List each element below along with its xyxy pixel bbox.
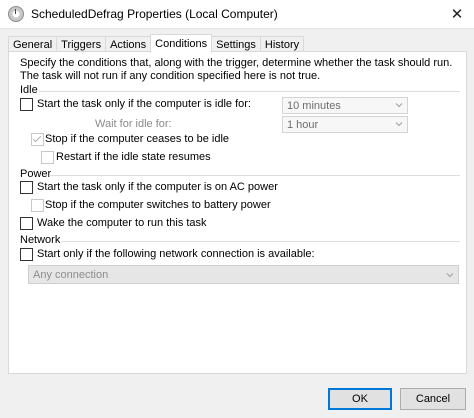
restart-if-idle-label: Restart if the idle state resumes	[56, 151, 211, 163]
idle-duration-combo[interactable]: 10 minutes	[282, 97, 408, 114]
chevron-down-icon	[395, 122, 403, 127]
task-scheduler-icon	[8, 6, 24, 22]
ok-button[interactable]: OK	[328, 388, 392, 410]
conditions-description: Specify the conditions that, along with …	[20, 57, 453, 82]
wait-duration-value: 1 hour	[287, 118, 319, 131]
restart-if-idle-checkbox[interactable]	[41, 151, 54, 164]
tab-settings[interactable]: Settings	[211, 36, 261, 52]
title-bar: ScheduledDefrag Properties (Local Comput…	[0, 0, 474, 29]
stop-if-not-idle-checkbox[interactable]	[31, 133, 44, 146]
chevron-down-icon	[395, 103, 403, 108]
tab-triggers[interactable]: Triggers	[56, 36, 107, 52]
network-label: Start only if the following network conn…	[37, 248, 315, 260]
network-separator	[61, 241, 460, 242]
network-connection-value: Any connection	[33, 268, 109, 281]
start-idle-label: Start the task only if the computer is i…	[37, 98, 251, 110]
conditions-panel: Specify the conditions that, along with …	[8, 51, 467, 374]
tab-actions[interactable]: Actions	[105, 36, 152, 52]
start-idle-checkbox[interactable]	[20, 98, 33, 111]
stop-if-not-idle-label: Stop if the computer ceases to be idle	[45, 133, 230, 145]
tab-general[interactable]: General	[8, 36, 58, 52]
cancel-button[interactable]: Cancel	[400, 388, 466, 410]
power-group-label: Power	[20, 168, 52, 180]
idle-group-label: Idle	[20, 84, 38, 96]
tab-conditions[interactable]: Conditions	[150, 34, 213, 53]
wait-duration-combo[interactable]: 1 hour	[282, 116, 408, 133]
ac-power-label: Start the task only if the computer is o…	[37, 181, 278, 193]
wait-for-idle-label: Wait for idle for:	[95, 118, 172, 130]
wake-computer-label: Wake the computer to run this task	[37, 217, 207, 229]
power-separator	[49, 175, 460, 176]
tab-history[interactable]: History	[259, 36, 305, 52]
network-group-label: Network	[20, 234, 61, 246]
idle-duration-value: 10 minutes	[287, 99, 341, 112]
network-checkbox[interactable]	[20, 248, 33, 261]
close-icon[interactable]: ✕	[446, 4, 468, 24]
ac-power-checkbox[interactable]	[20, 181, 33, 194]
tab-strip: General Triggers Actions Conditions Sett…	[8, 34, 305, 53]
idle-separator	[39, 91, 460, 92]
stop-on-battery-label: Stop if the computer switches to battery…	[45, 199, 271, 211]
stop-on-battery-checkbox[interactable]	[31, 199, 44, 212]
window-title: ScheduledDefrag Properties (Local Comput…	[31, 7, 278, 21]
chevron-down-icon	[446, 273, 454, 278]
wake-computer-checkbox[interactable]	[20, 217, 33, 230]
network-connection-combo[interactable]: Any connection	[28, 265, 459, 284]
